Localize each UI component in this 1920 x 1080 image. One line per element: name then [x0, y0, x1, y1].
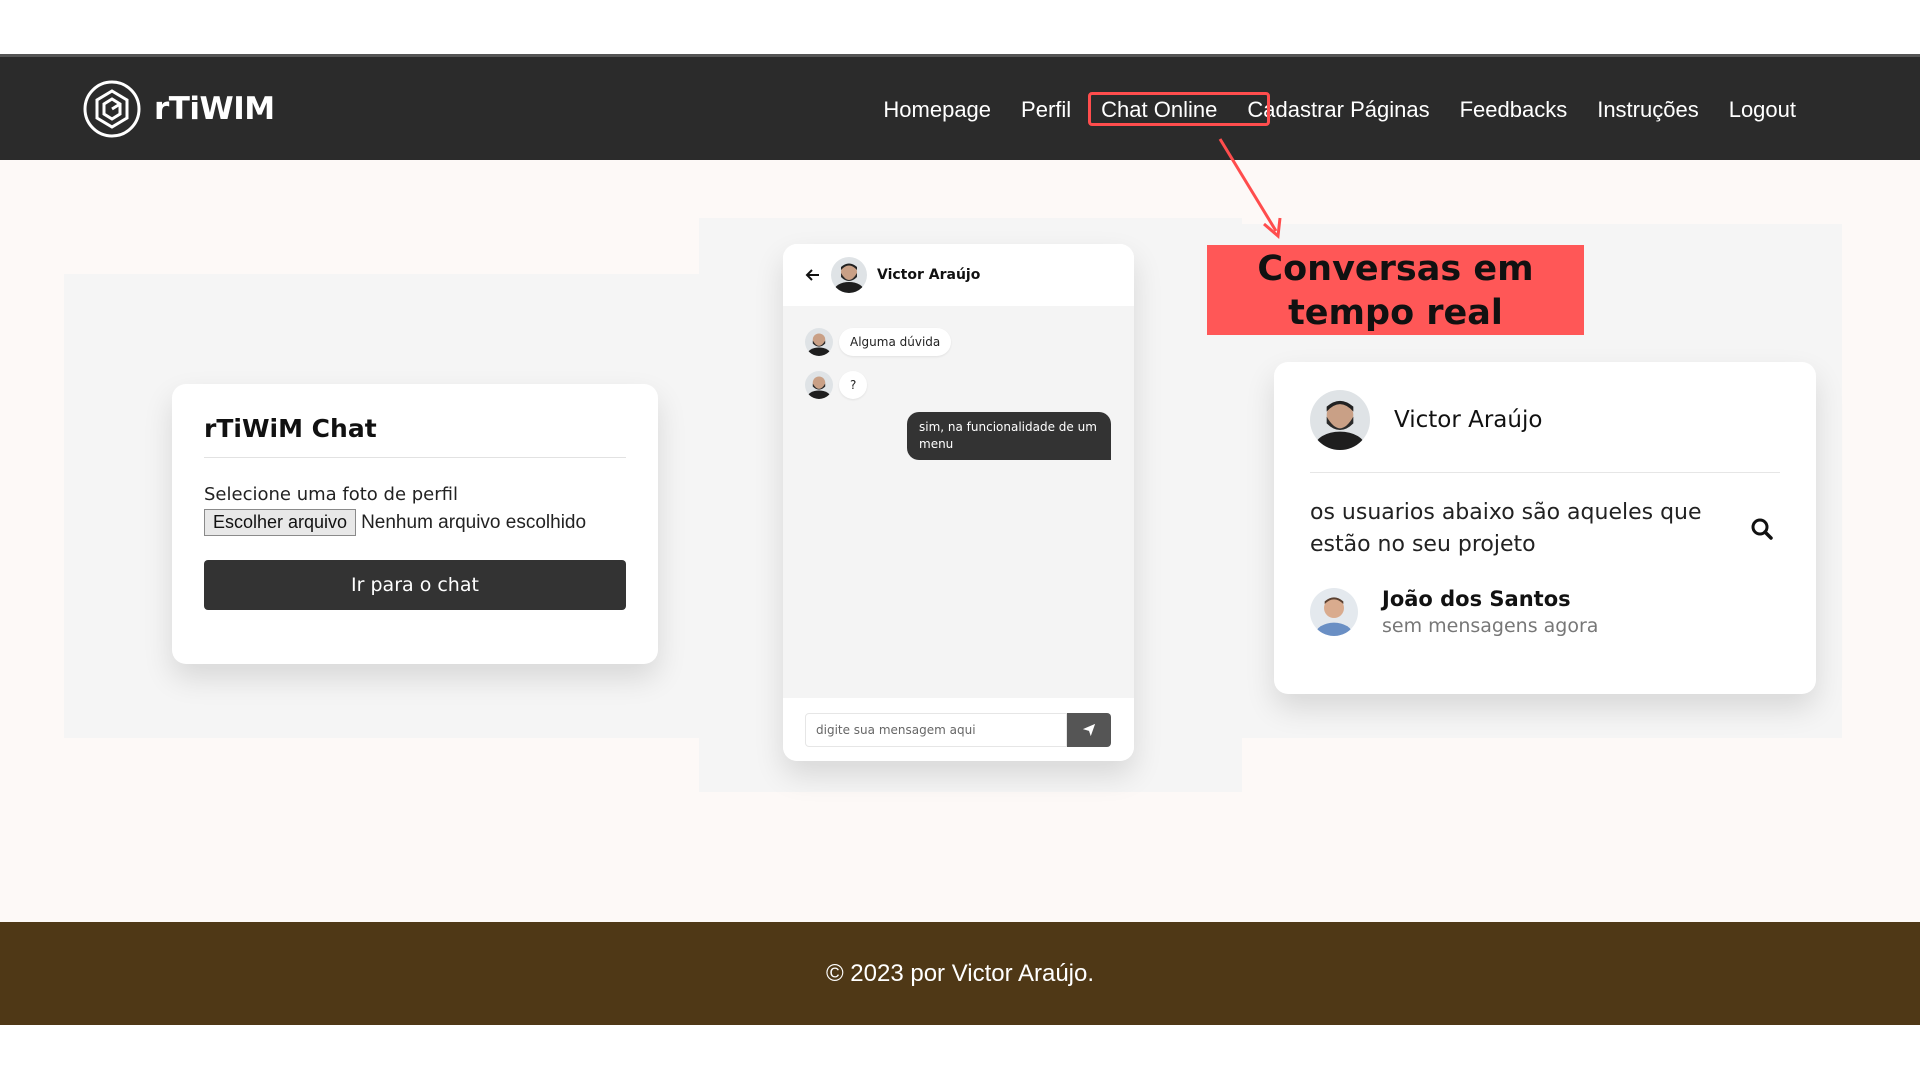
back-arrow-icon[interactable]	[805, 267, 821, 283]
send-button[interactable]	[1067, 713, 1111, 747]
nav-instrucoes[interactable]: Instruções	[1597, 97, 1699, 123]
avatar	[1310, 390, 1370, 450]
login-card-title: rTiWiM Chat	[204, 414, 626, 458]
chat-composer: digite sua mensagem aqui	[783, 698, 1134, 761]
search-icon[interactable]	[1750, 517, 1774, 541]
nav-perfil[interactable]: Perfil	[1021, 97, 1071, 123]
brand-name: rTiWIM	[154, 91, 275, 127]
chat-messages: Alguma dúvida ? sim, na funcionalidade d…	[783, 306, 1134, 698]
nav-highlight-box	[1088, 92, 1270, 126]
profile-photo-label: Selecione uma foto de perfil	[204, 484, 458, 505]
users-description: os usuarios abaixo são aqueles que estão…	[1310, 500, 1702, 557]
bottom-margin	[0, 1025, 1920, 1080]
file-status: Nenhum arquivo escolhido	[361, 511, 587, 533]
user-info: João dos Santos sem mensagens agora	[1382, 587, 1598, 637]
message-bubble-incoming: Alguma dúvida	[839, 328, 952, 356]
chat-header: Victor Araújo	[783, 244, 1134, 306]
user-status: sem mensagens agora	[1382, 615, 1599, 637]
login-card: rTiWiM Chat Selecione uma foto de perfil…	[172, 384, 658, 664]
users-description-row: os usuarios abaixo são aqueles que estão…	[1310, 497, 1780, 561]
callout-label: Conversas em tempo real	[1207, 245, 1584, 335]
avatar	[805, 371, 833, 399]
message-bubble-incoming: ?	[839, 371, 868, 399]
nav-feedbacks[interactable]: Feedbacks	[1460, 97, 1568, 123]
logo[interactable]: rTiWIM	[82, 79, 275, 139]
avatar	[1310, 588, 1358, 636]
nav-cadastrar-paginas[interactable]: Cadastrar Páginas	[1247, 97, 1429, 123]
send-icon	[1082, 723, 1096, 737]
current-user-name: Victor Araújo	[1394, 407, 1543, 433]
avatar	[805, 328, 833, 356]
file-input: Escolher arquivo Nenhum arquivo escolhid…	[204, 509, 626, 536]
go-to-chat-button[interactable]: Ir para o chat	[204, 560, 626, 610]
copyright-text: © 2023 por Victor Araújo.	[825, 959, 1095, 987]
message-row: Alguma dúvida	[805, 328, 952, 356]
main-nav: Homepage Perfil Chat Online Cadastrar Pá…	[883, 97, 1796, 123]
avatar	[831, 257, 867, 293]
user-name: João dos Santos	[1382, 587, 1571, 611]
user-list-item[interactable]: João dos Santos sem mensagens agora	[1310, 587, 1780, 637]
footer: © 2023 por Victor Araújo.	[0, 922, 1920, 1025]
logo-icon	[83, 80, 141, 138]
callout-line-2: tempo real	[1288, 293, 1503, 333]
top-margin	[0, 0, 1920, 54]
users-card: Victor Araújo os usuarios abaixo são aqu…	[1274, 362, 1816, 694]
chat-contact-name: Victor Araújo	[877, 267, 981, 283]
message-input[interactable]: digite sua mensagem aqui	[805, 713, 1067, 747]
message-bubble-outgoing: sim, na funcionalidade de um menu	[907, 412, 1111, 460]
choose-file-button[interactable]: Escolher arquivo	[204, 509, 357, 536]
navbar: rTiWIM Homepage Perfil Chat Online Cadas…	[0, 54, 1920, 160]
nav-logout[interactable]: Logout	[1729, 97, 1796, 123]
users-card-header: Victor Araújo	[1310, 390, 1780, 473]
callout-line-1: Conversas em	[1257, 249, 1534, 289]
chat-window: Victor Araújo Alguma dúvida ? sim, na fu…	[783, 244, 1134, 761]
nav-homepage[interactable]: Homepage	[883, 97, 991, 123]
message-row: ?	[805, 371, 868, 399]
